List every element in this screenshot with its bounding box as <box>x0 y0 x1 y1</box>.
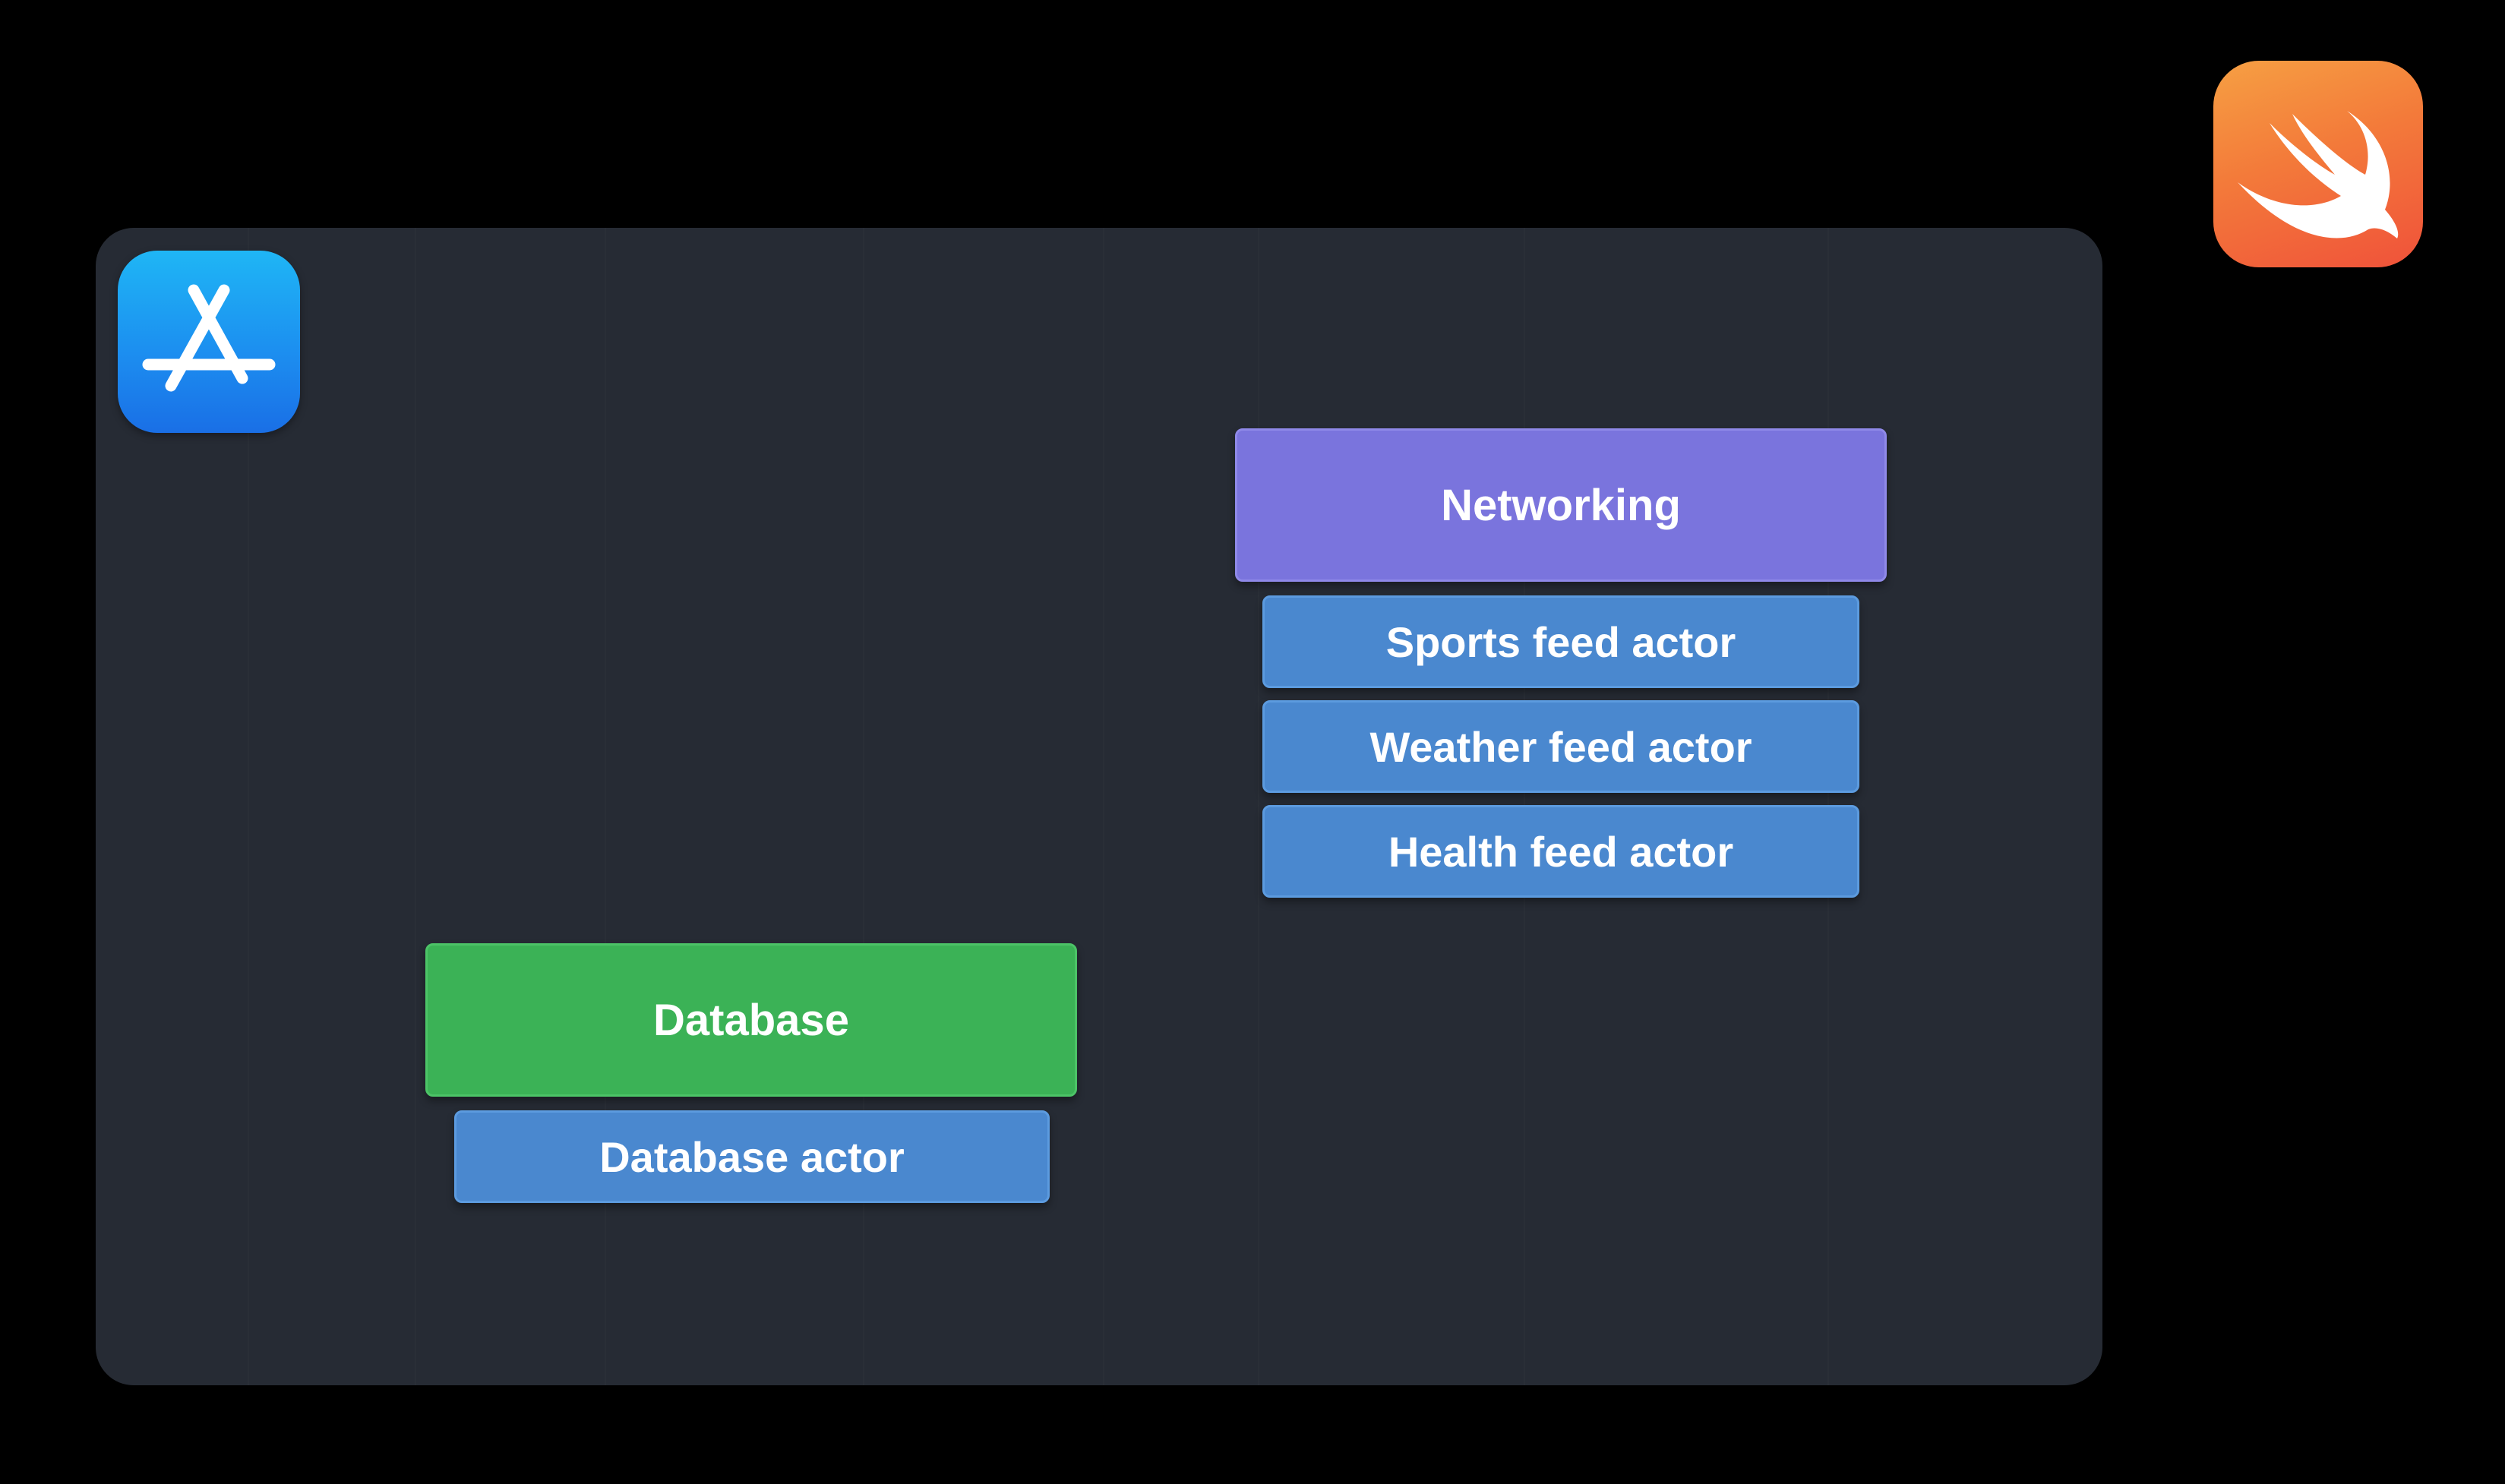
weather-feed-actor: Weather feed actor <box>1262 700 1859 793</box>
swift-logo-icon <box>2213 61 2423 267</box>
sports-feed-actor: Sports feed actor <box>1262 595 1859 688</box>
slide: Networking Sports feed actor Weather fee… <box>0 0 2505 1484</box>
app-store-icon <box>118 251 300 433</box>
networking-block: Networking <box>1235 428 1887 582</box>
health-feed-actor: Health feed actor <box>1262 805 1859 898</box>
database-actor: Database actor <box>454 1110 1050 1203</box>
database-block: Database <box>425 943 1077 1097</box>
